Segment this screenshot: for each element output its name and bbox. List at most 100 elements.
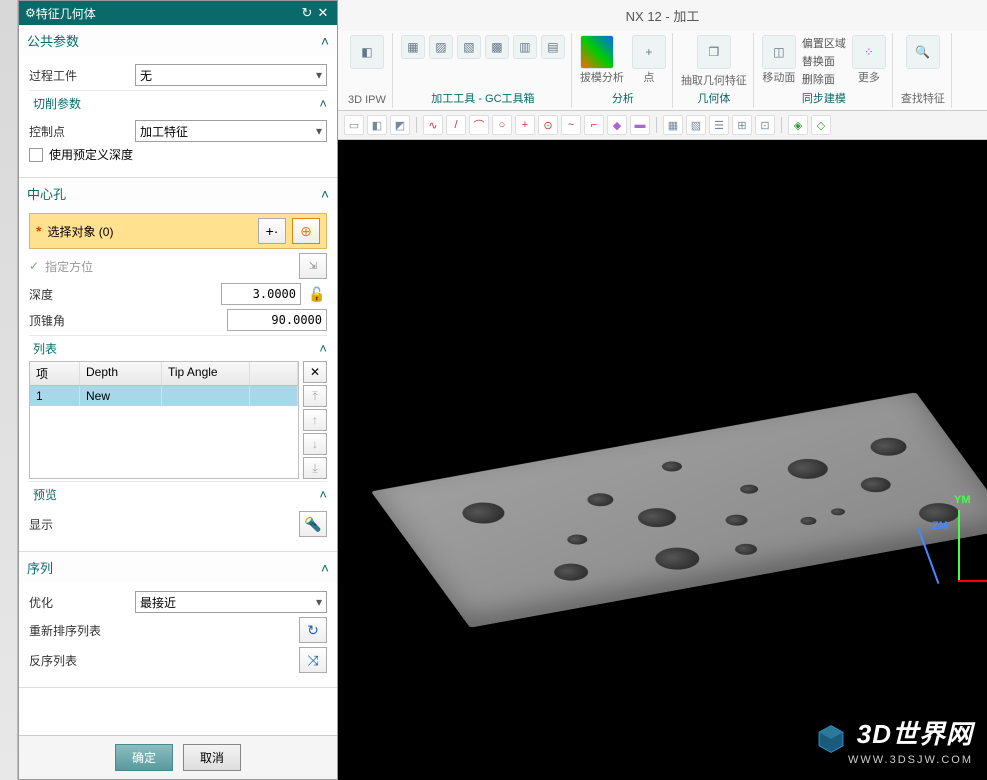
tool-icon[interactable]: ◧ xyxy=(367,115,387,135)
tool-icon[interactable]: ▦ xyxy=(663,115,683,135)
close-icon[interactable]: ✕ xyxy=(315,5,331,21)
move-up-button[interactable]: ↑ xyxy=(303,409,327,431)
section-list[interactable]: 列表 ˄ xyxy=(29,335,327,361)
face-icon[interactable]: ◆ xyxy=(607,115,627,135)
3d-viewport[interactable]: XM YM ZM 3D世界网 WWW.3DSJW.COM xyxy=(338,140,987,780)
ok-button[interactable]: 确定 xyxy=(115,744,173,771)
resort-label: 重新排序列表 xyxy=(29,622,293,639)
panel-titlebar: ⚙ 特征几何体 ↻ ✕ xyxy=(19,1,337,25)
logo-cube-icon xyxy=(816,724,846,754)
add-point-button[interactable]: +· xyxy=(258,218,286,244)
delete-face-button[interactable]: 删除面 xyxy=(802,71,846,89)
tool-icon[interactable]: ⊞ xyxy=(732,115,752,135)
table-row[interactable] xyxy=(30,426,298,446)
edge-icon[interactable]: ⌐ xyxy=(584,115,604,135)
process-workpiece-label: 过程工件 xyxy=(29,67,129,84)
hole-table: 项 Depth Tip Angle 1 New xyxy=(29,361,299,479)
flashlight-button[interactable]: 🔦 xyxy=(299,511,327,537)
reverse-button[interactable]: ⤨ xyxy=(299,647,327,673)
table-row[interactable]: 1 New xyxy=(30,386,298,406)
check-icon: ✓ xyxy=(29,259,39,273)
move-top-button[interactable]: ⤒ xyxy=(303,385,327,407)
chevron-up-icon: ˄ xyxy=(319,341,327,356)
tool-icon[interactable]: ☰ xyxy=(709,115,729,135)
section-preview[interactable]: 预览 ˄ xyxy=(29,481,327,507)
spline-icon[interactable]: ~ xyxy=(561,115,581,135)
tool-icon[interactable]: ▭ xyxy=(344,115,364,135)
extract-geom-icon[interactable]: ❒ xyxy=(697,35,731,69)
delete-row-button[interactable]: ✕ xyxy=(303,361,327,383)
process-workpiece-select[interactable]: 无 xyxy=(135,64,327,86)
circle-icon[interactable]: ○ xyxy=(492,115,512,135)
more-icon[interactable]: ⁘ xyxy=(852,35,886,69)
body-icon[interactable]: ▬ xyxy=(630,115,650,135)
target-icon[interactable]: ⊙ xyxy=(538,115,558,135)
tool-icon[interactable]: ⊡ xyxy=(755,115,775,135)
main-area: NX 12 - 加工 ◧ 3D IPW ▦ ▨ ▧ ▩ ▥ ▤ 加工工具 - G… xyxy=(338,0,987,780)
tool-icon[interactable]: ▧ xyxy=(686,115,706,135)
optimize-label: 优化 xyxy=(29,594,129,611)
move-bottom-button[interactable]: ⤓ xyxy=(303,457,327,479)
move-face-icon[interactable]: ◫ xyxy=(762,35,796,69)
tool-icon[interactable]: ▤ xyxy=(541,35,565,59)
section-sequence[interactable]: 序列 ˄ xyxy=(19,552,337,583)
offset-region-button[interactable]: 偏置区域 xyxy=(802,35,846,53)
line-icon[interactable]: / xyxy=(446,115,466,135)
control-point-label: 控制点 xyxy=(29,123,129,140)
control-point-select[interactable]: 加工特征 xyxy=(135,120,327,142)
display-label: 显示 xyxy=(29,516,293,533)
arc-icon[interactable]: ⌒ xyxy=(469,115,489,135)
csys-button[interactable]: ⇲ xyxy=(299,253,327,279)
table-row[interactable] xyxy=(30,446,298,466)
part-model xyxy=(371,392,987,627)
tool-icon[interactable]: ◩ xyxy=(390,115,410,135)
predefined-depth-checkbox[interactable] xyxy=(29,148,43,162)
chevron-up-icon: ˄ xyxy=(321,186,329,202)
orientation-label: 指定方位 xyxy=(45,258,293,275)
chevron-up-icon: ˄ xyxy=(319,96,327,111)
col-tip[interactable]: Tip Angle xyxy=(162,362,250,385)
resort-button[interactable]: ↻ xyxy=(299,617,327,643)
dock-strip xyxy=(0,0,18,780)
tip-angle-label: 顶锥角 xyxy=(29,312,221,329)
section-cut-params[interactable]: 切削参数 ˄ xyxy=(29,90,327,116)
ribbon: ◧ 3D IPW ▦ ▨ ▧ ▩ ▥ ▤ 加工工具 - GC工具箱 拔模分析 + xyxy=(338,31,987,111)
watermark: 3D世界网 WWW.3DSJW.COM xyxy=(816,714,973,766)
required-asterisk-icon: * xyxy=(36,223,41,239)
ipw-icon[interactable]: ◧ xyxy=(350,35,384,69)
tool-icon[interactable]: ▧ xyxy=(457,35,481,59)
tool-icon[interactable]: ▨ xyxy=(429,35,453,59)
curve-icon[interactable]: ∿ xyxy=(423,115,443,135)
col-item[interactable]: 项 xyxy=(30,362,80,385)
draft-analysis-icon[interactable] xyxy=(580,35,614,69)
panel-title: 特征几何体 xyxy=(36,5,299,22)
replace-face-button[interactable]: 替换面 xyxy=(802,53,846,71)
tool-icon[interactable]: ▥ xyxy=(513,35,537,59)
gear-icon: ⚙ xyxy=(25,6,36,20)
point-icon[interactable]: + xyxy=(515,115,535,135)
unlock-icon[interactable]: 🔓 xyxy=(307,286,327,303)
point-icon[interactable]: + xyxy=(632,35,666,69)
select-object-row[interactable]: * 选择对象 (0) +· ⊕ xyxy=(29,213,327,249)
chevron-up-icon: ˄ xyxy=(319,487,327,502)
tool-icon[interactable]: ◈ xyxy=(788,115,808,135)
predefined-depth-label: 使用预定义深度 xyxy=(49,146,133,163)
table-row[interactable] xyxy=(30,406,298,426)
section-common-params[interactable]: 公共参数 ˄ xyxy=(19,25,337,56)
secondary-toolbar: ▭ ◧ ◩ ∿ / ⌒ ○ + ⊙ ~ ⌐ ◆ ▬ ▦ ▧ ☰ ⊞ ⊡ ◈ ◇ xyxy=(338,111,987,140)
optimize-select[interactable]: 最接近 xyxy=(135,591,327,613)
tip-angle-input[interactable] xyxy=(227,309,327,331)
cancel-button[interactable]: 取消 xyxy=(183,744,241,771)
target-button[interactable]: ⊕ xyxy=(292,218,320,244)
restore-icon[interactable]: ↻ xyxy=(299,5,315,21)
tool-icon[interactable]: ▩ xyxy=(485,35,509,59)
tool-icon[interactable]: ▦ xyxy=(401,35,425,59)
find-feature-icon[interactable]: 🔍 xyxy=(906,35,940,69)
section-center-hole[interactable]: 中心孔 ˄ xyxy=(19,178,337,209)
move-down-button[interactable]: ↓ xyxy=(303,433,327,455)
depth-label: 深度 xyxy=(29,286,215,303)
depth-input[interactable] xyxy=(221,283,301,305)
col-depth[interactable]: Depth xyxy=(80,362,162,385)
tool-icon[interactable]: ◇ xyxy=(811,115,831,135)
chevron-up-icon: ˄ xyxy=(321,560,329,576)
